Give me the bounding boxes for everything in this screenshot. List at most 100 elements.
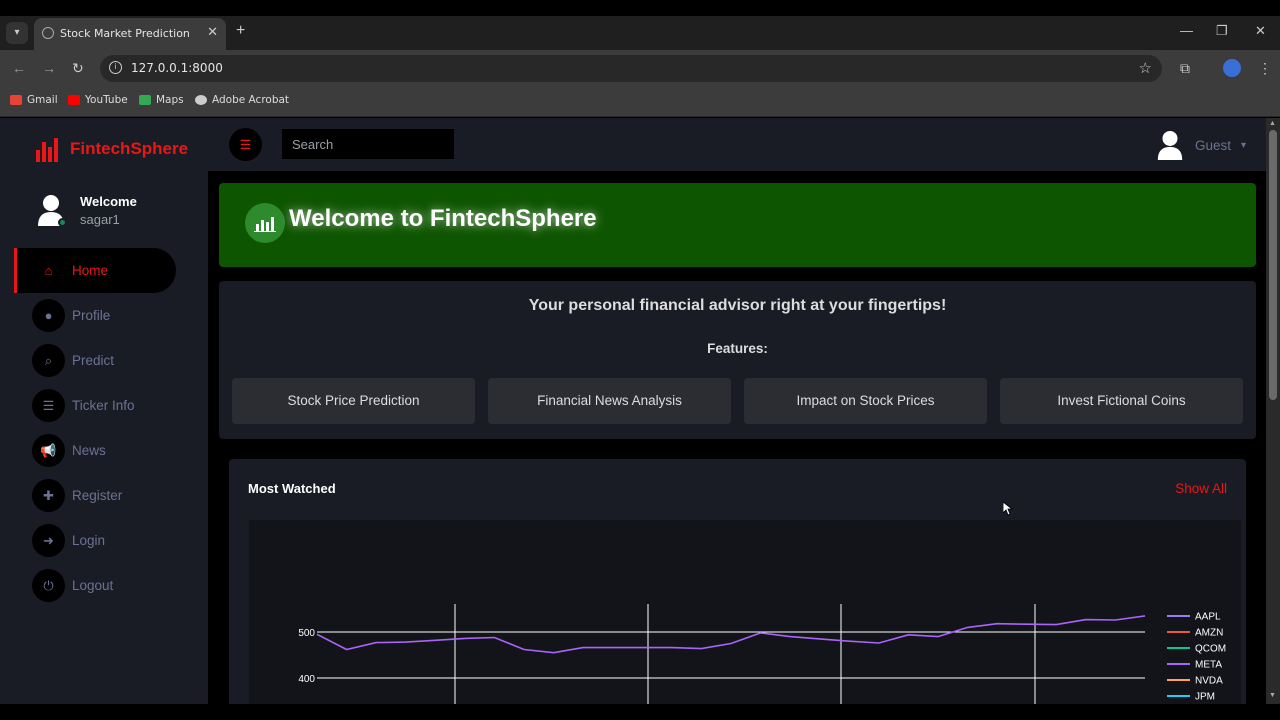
most-watched-chart[interactable]: 500 400 AAPL AMZN QCOM META NVDA JPM xyxy=(249,520,1241,704)
maps-icon xyxy=(139,95,151,105)
user-icon: ● xyxy=(32,299,65,332)
chart-svg: 500 400 AAPL AMZN QCOM META NVDA JPM xyxy=(298,604,1226,704)
sidebar-item-register[interactable]: ✚ Register xyxy=(14,473,176,518)
legend-label-jpm: JPM xyxy=(1195,692,1215,703)
bookmark-star-icon[interactable]: ☆ xyxy=(1139,59,1152,77)
user-greeting: Welcome xyxy=(80,194,137,209)
most-watched-card: Most Watched Show All 500 400 AAPL AMZN QCOM… xyxy=(229,459,1246,704)
bookmark-maps[interactable]: Maps xyxy=(139,94,184,106)
profile-avatar-icon[interactable] xyxy=(1223,59,1241,77)
legend-label-qcom: QCOM xyxy=(1195,644,1226,655)
hamburger-menu-icon[interactable]: ☰ xyxy=(229,128,262,161)
guest-avatar-icon xyxy=(1157,130,1183,160)
bookmark-gmail[interactable]: Gmail xyxy=(10,94,58,106)
sidebar: FintechSphere Welcome sagar1 ⌂ Home ● Profi… xyxy=(0,118,208,704)
legend-label-aapl: AAPL xyxy=(1195,612,1221,623)
sidebar-item-label: News xyxy=(72,443,106,458)
features-card: Your personal financial advisor right at… xyxy=(219,281,1256,439)
sidebar-item-label: Logout xyxy=(72,578,114,593)
sign-out-icon: ⏻ xyxy=(32,569,65,602)
user-plus-icon: ✚ xyxy=(32,479,65,512)
web-page: FintechSphere Welcome sagar1 ⌂ Home ● Profi… xyxy=(0,118,1266,704)
bookmark-adobe-acrobat[interactable]: Adobe Acrobat xyxy=(195,94,289,106)
scroll-down-icon[interactable]: ▼ xyxy=(1269,692,1276,699)
feature-impact-on-stock-prices[interactable]: Impact on Stock Prices xyxy=(744,378,987,424)
features-label: Features: xyxy=(707,341,768,356)
chart-icon xyxy=(245,203,285,243)
series-line-meta xyxy=(316,615,1146,654)
search-icon: ⌕ xyxy=(32,344,65,377)
tab-search-dropdown-icon[interactable]: ▾ xyxy=(6,22,28,44)
brand-logo[interactable]: FintechSphere xyxy=(34,136,188,162)
user-name: sagar1 xyxy=(80,212,120,227)
chart-logo-icon xyxy=(34,136,66,162)
globe-icon xyxy=(42,27,54,39)
url-text: 127.0.0.1:8000 xyxy=(131,61,223,75)
minimize-icon[interactable]: — xyxy=(1180,23,1193,38)
bullhorn-icon: 📢 xyxy=(32,434,65,467)
legend-label-meta: META xyxy=(1195,660,1222,671)
most-watched-title: Most Watched xyxy=(248,481,336,496)
y-tick-label: 500 xyxy=(298,628,315,639)
sidebar-item-label: Profile xyxy=(72,308,111,323)
close-window-icon[interactable]: ✕ xyxy=(1255,23,1266,39)
close-tab-icon[interactable]: ✕ xyxy=(207,24,218,40)
screen-top-edge xyxy=(0,0,1280,16)
legend-label-amzn: AMZN xyxy=(1195,628,1223,639)
chevron-down-icon: ▾ xyxy=(1240,139,1246,151)
guest-label: Guest xyxy=(1194,137,1231,153)
feature-financial-news-analysis[interactable]: Financial News Analysis xyxy=(488,378,731,424)
sidebar-item-label: Ticker Info xyxy=(72,398,135,413)
sidebar-item-ticker-info[interactable]: ☰ Ticker Info xyxy=(14,383,176,428)
welcome-banner: Welcome to FintechSphere xyxy=(219,183,1256,267)
brand-name: FintechSphere xyxy=(70,139,189,158)
sidebar-item-label: Login xyxy=(72,533,106,548)
top-navbar: ☰ Guest ▾ xyxy=(208,118,1266,171)
address-bar[interactable]: i 127.0.0.1:8000 ☆ xyxy=(100,55,1162,82)
forward-icon[interactable]: → xyxy=(42,60,56,76)
scroll-up-icon[interactable]: ▲ xyxy=(1269,120,1276,127)
tab-title: Stock Market Prediction xyxy=(60,27,190,40)
more-menu-icon[interactable]: ⋮ xyxy=(1258,60,1272,77)
restore-icon[interactable]: ❐ xyxy=(1216,23,1228,39)
sidebar-item-logout[interactable]: ⏻ Logout xyxy=(14,563,176,608)
gmail-icon xyxy=(10,95,22,105)
sidebar-item-news[interactable]: 📢 News xyxy=(14,428,176,473)
feature-invest-fictional-coins[interactable]: Invest Fictional Coins xyxy=(1000,378,1243,424)
acrobat-icon xyxy=(195,95,207,105)
tagline: Your personal financial advisor right at… xyxy=(528,297,947,314)
list-icon: ☰ xyxy=(32,389,65,422)
welcome-title: Welcome to FintechSphere xyxy=(289,205,597,232)
reload-icon[interactable]: ↻ xyxy=(72,60,84,77)
sidebar-item-label: Home xyxy=(72,263,109,278)
home-icon: ⌂ xyxy=(32,254,65,287)
legend-label-nvda: NVDA xyxy=(1195,676,1223,687)
search-input[interactable] xyxy=(282,129,454,159)
sidebar-item-home[interactable]: ⌂ Home xyxy=(14,248,176,293)
new-tab-icon[interactable]: + xyxy=(236,22,245,40)
browser-toolbar: ← → ↻ i 127.0.0.1:8000 ☆ ⧉ ⋮ xyxy=(0,50,1280,87)
main-content: Welcome to FintechSphere Your personal f… xyxy=(208,171,1266,704)
bookmarks-bar: Gmail YouTube Maps Adobe Acrobat xyxy=(0,87,1280,117)
sidebar-item-label: Register xyxy=(72,488,123,503)
sidebar-item-profile[interactable]: ● Profile xyxy=(14,293,176,338)
site-info-icon[interactable]: i xyxy=(109,61,122,74)
bookmark-youtube[interactable]: YouTube xyxy=(68,94,128,106)
youtube-icon xyxy=(68,95,80,105)
browser-tab-bar: ▾ Stock Market Prediction ✕ + — ❐ ✕ xyxy=(0,16,1280,50)
back-icon[interactable]: ← xyxy=(12,60,26,76)
scrollbar-thumb[interactable] xyxy=(1269,130,1277,400)
extensions-icon[interactable]: ⧉ xyxy=(1180,60,1190,77)
sidebar-item-predict[interactable]: ⌕ Predict xyxy=(14,338,176,383)
guest-dropdown[interactable]: Guest ▾ xyxy=(1155,130,1246,160)
sign-in-icon: ➜ xyxy=(32,524,65,557)
sidebar-item-label: Predict xyxy=(72,353,115,368)
screen-bottom-edge xyxy=(0,704,1280,720)
sidebar-item-login[interactable]: ➜ Login xyxy=(14,518,176,563)
page-scrollbar[interactable]: ▲ ▼ xyxy=(1266,118,1280,704)
feature-stock-price-prediction[interactable]: Stock Price Prediction xyxy=(232,378,475,424)
online-status-dot xyxy=(58,218,67,227)
mouse-cursor-icon xyxy=(1003,502,1013,516)
browser-tab[interactable]: Stock Market Prediction ✕ xyxy=(34,18,226,50)
show-all-link[interactable]: Show All xyxy=(1175,481,1227,496)
